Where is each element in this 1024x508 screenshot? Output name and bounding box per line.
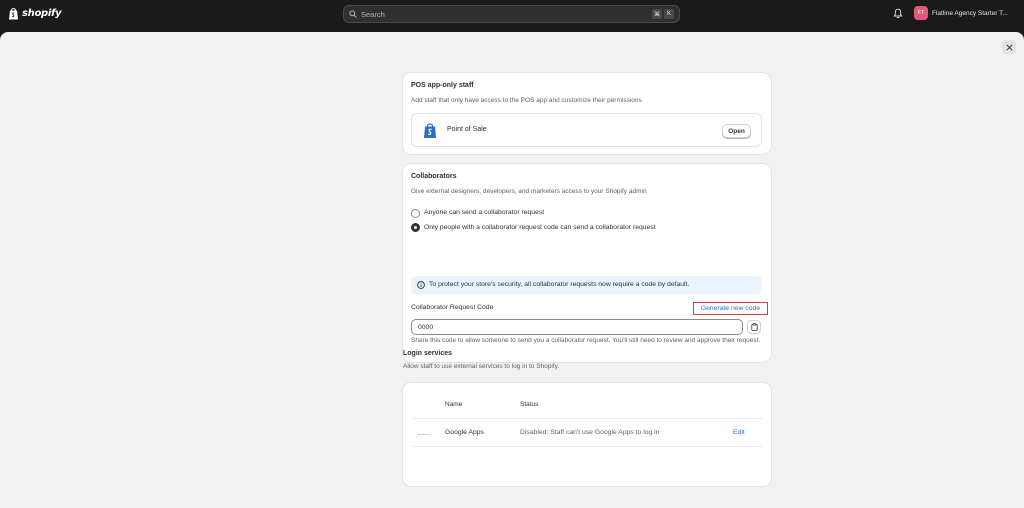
k-key: K — [664, 9, 674, 19]
info-icon — [417, 281, 425, 289]
shopify-logo[interactable]: shopify — [8, 7, 62, 20]
collaborators-description: Give external designers, developers, and… — [411, 188, 647, 195]
anyone-radio[interactable] — [411, 209, 420, 218]
login-services-description: Allow staff to use external services to … — [403, 363, 560, 370]
pos-card-description: Add staff that only have access to the P… — [411, 97, 642, 104]
store-name: Flatline Agency Starter T... — [932, 9, 1008, 17]
clipboard-icon — [750, 323, 758, 331]
close-icon — [1005, 43, 1013, 51]
google-apps-icon — [418, 434, 430, 435]
search-placeholder: Search — [361, 9, 385, 19]
table-row-divider — [411, 446, 762, 447]
search-input[interactable]: Search ⌘ K — [343, 5, 680, 23]
banner-text: To protect your store's security, all co… — [429, 281, 690, 288]
search-icon — [349, 10, 357, 18]
point-of-sale-icon — [422, 122, 438, 139]
request-code-label: Collaborator Request Code — [411, 304, 494, 311]
shopify-bag-icon — [9, 8, 18, 20]
settings-modal: POS app-only staff Add staff that only h… — [0, 32, 1024, 508]
google-apps-status: Disabled: Staff can't use Google Apps to… — [520, 429, 660, 436]
request-code-value: 0000 — [418, 323, 434, 331]
collaborators-card: Collaborators Give external designers, d… — [403, 164, 771, 362]
login-services-card: Name Status Google Apps Disabled: Staff … — [403, 383, 771, 486]
store-avatar: FT — [914, 6, 928, 20]
collaborators-title: Collaborators — [411, 173, 457, 180]
request-code-field[interactable]: 0000 — [411, 319, 743, 335]
pos-card-title: POS app-only staff — [411, 82, 474, 89]
search-shortcut: ⌘ K — [652, 9, 674, 19]
table-divider — [411, 418, 762, 419]
close-button[interactable] — [1002, 40, 1016, 54]
open-pos-button[interactable]: Open — [722, 124, 751, 138]
column-header-name: Name — [445, 401, 463, 408]
code-required-radio[interactable] — [411, 223, 420, 232]
pos-app-name: Point of Sale — [447, 126, 487, 133]
google-apps-name: Google Apps — [445, 429, 484, 436]
edit-google-apps-link[interactable]: Edit — [733, 429, 745, 436]
copy-code-button[interactable] — [747, 320, 761, 334]
notifications-bell-icon[interactable] — [893, 8, 903, 19]
column-header-status: Status — [520, 401, 539, 408]
anyone-radio-label[interactable]: Anyone can send a collaborator request — [424, 209, 544, 216]
pos-staff-card: POS app-only staff Add staff that only h… — [403, 73, 771, 154]
command-key: ⌘ — [652, 9, 662, 19]
request-code-helper-text: Share this code to allow someone to send… — [411, 337, 761, 344]
logo-text: shopify — [22, 8, 62, 19]
code-required-radio-label[interactable]: Only people with a collaborator request … — [424, 224, 656, 231]
pos-app-row: Point of Sale Open — [411, 113, 762, 147]
login-services-title: Login services — [403, 350, 453, 357]
security-info-banner: To protect your store's security, all co… — [411, 276, 762, 294]
store-menu[interactable]: FT Flatline Agency Starter T... — [914, 6, 1008, 20]
generate-new-code-link[interactable]: Generate new code — [693, 302, 768, 315]
top-bar: shopify Search ⌘ K FT Flatline Agency St… — [0, 0, 1024, 28]
